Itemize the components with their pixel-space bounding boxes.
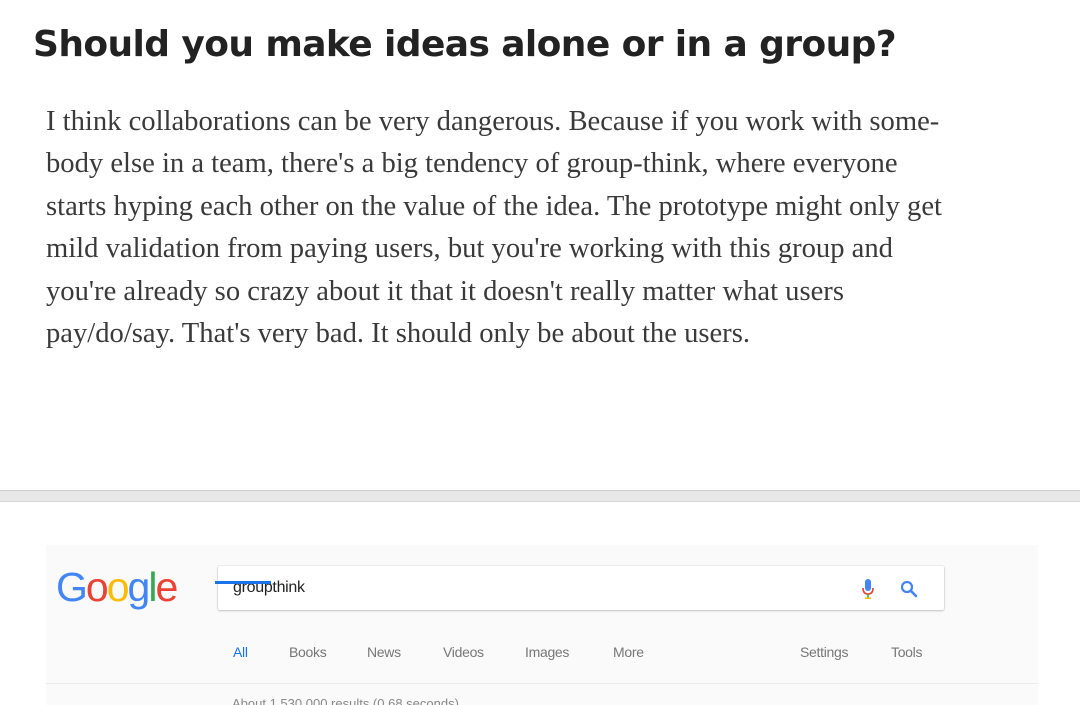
tab-tools[interactable]: Tools: [891, 644, 922, 660]
tabs-divider: [46, 683, 1038, 684]
paragraph-line: pay/do/say. That's very bad. It should o…: [46, 318, 750, 350]
search-icon[interactable]: [900, 580, 918, 598]
search-tabs: All Books News Videos Images More Settin…: [46, 641, 1038, 671]
microphone-icon[interactable]: [862, 579, 874, 599]
search-query[interactable]: groupthink: [233, 566, 305, 610]
tab-books[interactable]: Books: [289, 644, 327, 660]
tab-settings[interactable]: Settings: [800, 644, 848, 660]
article-heading: Should you make ideas alone or in a grou…: [33, 24, 897, 65]
paragraph-line: starts hyping each other on the value of…: [46, 190, 942, 222]
google-logo[interactable]: Google: [56, 559, 178, 615]
tab-videos[interactable]: Videos: [443, 644, 484, 660]
tab-images[interactable]: Images: [525, 644, 569, 660]
paragraph-line: body else in a team, there's a big tende…: [46, 148, 898, 180]
embedded-search-screenshot: Google groupthink All Books News Videos …: [46, 545, 1038, 705]
article-paragraph: I think collaborations can be very dange…: [46, 101, 1056, 355]
logo-letter: e: [155, 564, 178, 610]
logo-letter: g: [127, 564, 151, 610]
tab-all[interactable]: All: [233, 644, 248, 660]
logo-letter: G: [56, 564, 88, 610]
tab-news[interactable]: News: [367, 644, 401, 660]
paragraph-line: you're already so crazy about it that it…: [46, 275, 844, 307]
search-input[interactable]: groupthink: [218, 566, 944, 610]
logo-letter: o: [85, 564, 109, 610]
active-tab-indicator: [215, 581, 271, 584]
paragraph-line: mild validation from paying users, but y…: [46, 233, 893, 265]
paragraph-line: I think collaborations can be very dange…: [46, 106, 940, 137]
logo-letter: o: [106, 564, 130, 610]
tab-more[interactable]: More: [613, 644, 644, 660]
section-divider: [0, 490, 1080, 502]
